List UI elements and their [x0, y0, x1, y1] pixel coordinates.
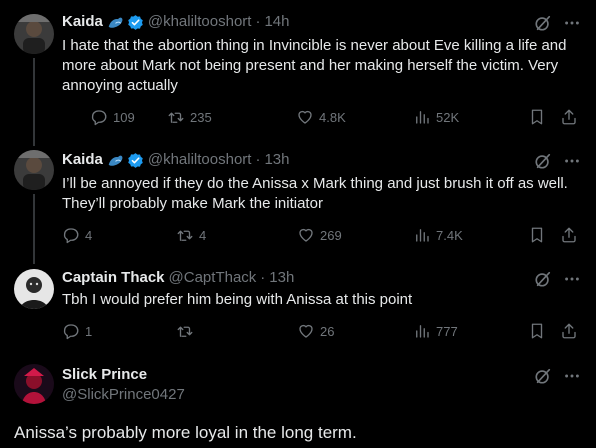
display-name[interactable]: Captain Thack	[62, 269, 165, 287]
reply-button[interactable]: 109	[90, 108, 135, 126]
tweet-text: I hate that the abortion thing in Invinc…	[62, 37, 567, 94]
tweet-header: Kaida @khaliltooshort · 14h	[62, 13, 290, 31]
bookmark-icon	[531, 323, 543, 339]
display-name[interactable]: Kaida	[62, 13, 103, 31]
handle[interactable]: @khaliltooshort	[148, 151, 252, 169]
tweet-2[interactable]: Kaida @khaliltooshort · 13h I’ll be anno…	[0, 142, 596, 264]
share-button[interactable]	[560, 322, 583, 340]
reply-count: 109	[113, 109, 135, 125]
share-icon	[562, 227, 576, 243]
flex-emoji-icon	[108, 155, 123, 166]
like-button[interactable]: 269	[297, 226, 342, 244]
action-bar: 109 235 4.8K 52K	[62, 108, 582, 128]
more-icon[interactable]	[563, 270, 581, 288]
reply-count: 1	[85, 323, 93, 339]
reply-icon	[63, 324, 79, 340]
like-button[interactable]: 26	[297, 322, 334, 340]
separator: ·	[255, 13, 261, 30]
flex-emoji-icon	[108, 17, 123, 28]
bookmark-icon	[531, 227, 543, 243]
share-icon	[562, 109, 576, 125]
grok-icon[interactable]	[534, 367, 552, 385]
timestamp[interactable]: 14h	[264, 13, 289, 31]
repost-icon	[168, 112, 184, 123]
views-icon	[416, 325, 429, 338]
display-name[interactable]: Kaida	[62, 151, 103, 169]
repost-button[interactable]	[176, 322, 199, 340]
tweet-1[interactable]: Kaida @khaliltooshort · 14h I hate that …	[0, 0, 596, 146]
handle[interactable]: @khaliltooshort	[148, 13, 252, 31]
thread-line	[33, 194, 35, 264]
repost-count: 235	[190, 109, 212, 125]
like-count: 269	[320, 227, 342, 243]
thread-line	[33, 58, 35, 146]
reply-count: 4	[85, 227, 93, 243]
main-tweet-text: Anissa’s probably more loyal in the long…	[14, 423, 357, 442]
tweet-3[interactable]: Captain Thack @CaptThack · 13h Tbh I wou…	[0, 264, 596, 352]
bookmark-button[interactable]	[528, 322, 551, 340]
reply-icon	[91, 110, 107, 126]
more-icon[interactable]	[563, 367, 581, 385]
verified-icon	[128, 14, 143, 30]
timestamp[interactable]: 13h	[269, 269, 294, 287]
tweet-header: Kaida @khaliltooshort · 13h	[62, 151, 290, 169]
grok-icon[interactable]	[534, 270, 552, 288]
avatar-slick-prince[interactable]	[14, 364, 54, 404]
share-button[interactable]	[560, 108, 583, 126]
tweet-header: Captain Thack @CaptThack · 13h	[62, 269, 294, 287]
views-icon	[416, 229, 429, 242]
views-count: 52K	[436, 109, 460, 125]
more-icon[interactable]	[563, 152, 581, 170]
main-tweet: Slick Prince @SlickPrince0427 Anissa’s p…	[0, 352, 596, 448]
action-bar: 4 4 269 7.4K	[62, 226, 582, 246]
tweet-text: Tbh I would prefer him being with Anissa…	[62, 291, 413, 308]
share-icon	[562, 323, 576, 339]
reply-icon	[63, 228, 79, 244]
action-bar: 1 26 777	[62, 322, 582, 342]
display-name[interactable]: Slick Prince	[62, 366, 147, 383]
reply-button[interactable]: 1	[62, 322, 92, 340]
verified-icon	[128, 152, 143, 168]
timestamp[interactable]: 13h	[264, 151, 289, 169]
repost-icon	[177, 230, 193, 241]
more-icon[interactable]	[563, 14, 581, 32]
like-icon	[299, 228, 313, 242]
bookmark-button[interactable]	[528, 226, 551, 244]
bookmark-button[interactable]	[528, 108, 551, 126]
share-button[interactable]	[560, 226, 583, 244]
avatar-kaida[interactable]	[14, 14, 54, 54]
repost-button[interactable]: 235	[167, 108, 212, 126]
views-button[interactable]: 52K	[413, 108, 459, 126]
avatar-captain-thack[interactable]	[14, 269, 54, 309]
like-count: 26	[320, 323, 335, 339]
like-button[interactable]: 4.8K	[296, 108, 346, 126]
views-button[interactable]: 777	[413, 322, 458, 340]
separator: ·	[260, 269, 266, 286]
handle[interactable]: @SlickPrince0427	[62, 386, 185, 403]
grok-icon[interactable]	[534, 152, 552, 170]
repost-button[interactable]: 4	[176, 226, 206, 244]
handle[interactable]: @CaptThack	[169, 269, 257, 287]
like-icon	[298, 110, 312, 124]
avatar-kaida[interactable]	[14, 150, 54, 190]
reply-button[interactable]: 4	[62, 226, 92, 244]
tweet-text: I’ll be annoyed if they do the Anissa x …	[62, 175, 568, 212]
views-count: 777	[436, 323, 458, 339]
like-icon	[299, 324, 313, 338]
views-count: 7.4K	[436, 227, 463, 243]
repost-icon	[177, 326, 193, 337]
repost-count: 4	[199, 227, 207, 243]
views-button[interactable]: 7.4K	[413, 226, 463, 244]
bookmark-icon	[531, 109, 543, 125]
grok-icon[interactable]	[534, 14, 552, 32]
views-icon	[416, 111, 429, 124]
like-count: 4.8K	[319, 109, 346, 125]
separator: ·	[255, 151, 261, 168]
